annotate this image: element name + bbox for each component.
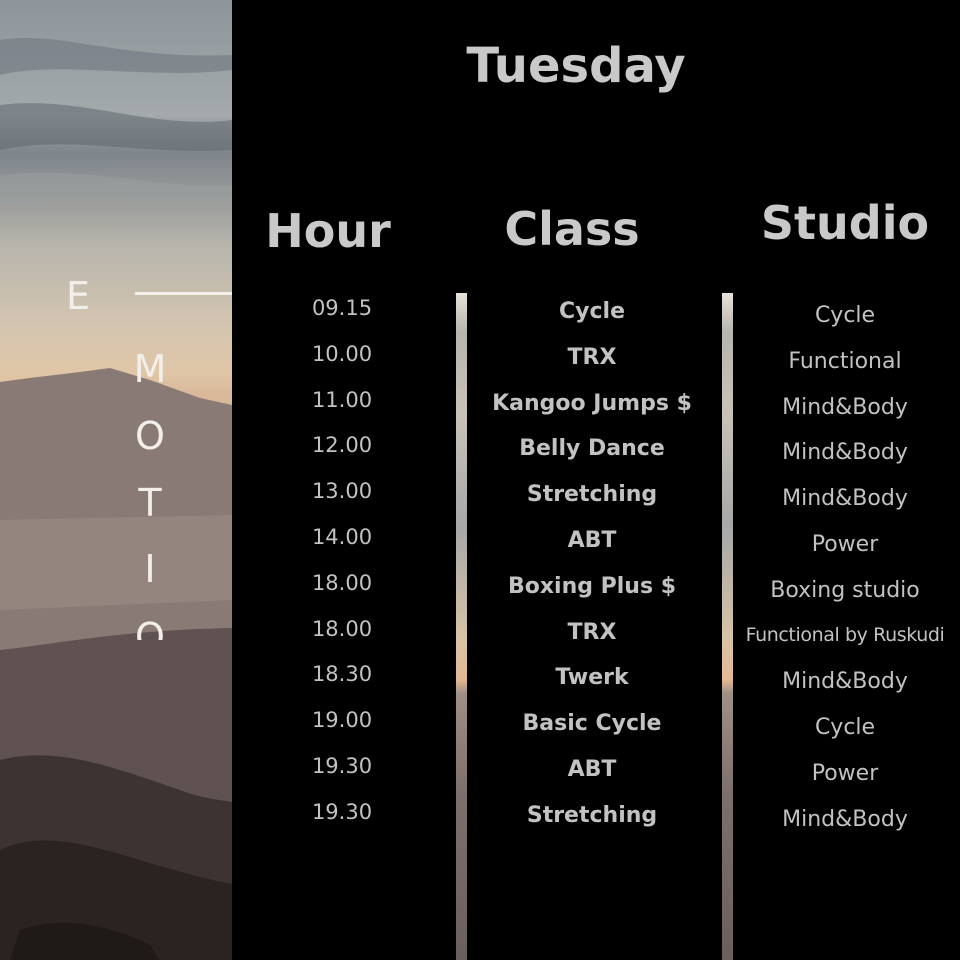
row-12-class: Stretching (526, 802, 658, 828)
row-1-studio: Cycle (814, 303, 876, 328)
row-11-hour: 19.30 (311, 754, 373, 778)
landscape-photo: E M O T I O (0, 0, 232, 960)
row-10-class: Basic Cycle (522, 711, 662, 737)
brand-letter-o-cropped: O (135, 618, 165, 640)
header-class: Class (504, 202, 640, 256)
row-7-class: Boxing Plus $ (507, 573, 677, 599)
brand-letter-t: T (138, 481, 162, 525)
row-9-hour: 18.30 (311, 662, 373, 687)
brand-rule (135, 292, 232, 295)
row-4-studio: Mind&Body (782, 440, 908, 466)
row-2-studio: Functional (788, 348, 902, 374)
row-5-studio: Mind&Body (782, 486, 908, 512)
header-hour: Hour (265, 204, 391, 258)
row-1-class: Cycle (559, 299, 625, 324)
row-12-hour: 19.30 (311, 799, 373, 824)
row-7-hour: 18.00 (311, 570, 373, 595)
brand-letter-o: O (135, 414, 165, 458)
row-9-studio: Mind&Body (782, 669, 908, 695)
brand-letter-e: E (65, 274, 91, 318)
column-divider-left (456, 293, 467, 960)
row-4-class: Belly Dance (519, 436, 665, 462)
row-2-class: TRX (567, 344, 617, 370)
row-10-studio: Cycle (814, 715, 876, 741)
row-5-class: Stretching (526, 482, 658, 508)
brand-letter-m: M (133, 347, 167, 391)
row-8-class: TRX (567, 619, 617, 645)
column-divider-right (722, 293, 733, 960)
row-9-class: Twerk (555, 665, 629, 691)
row-4-hour: 12.00 (311, 433, 373, 458)
row-10-hour: 19.00 (311, 708, 373, 733)
row-12-studio: Mind&Body (782, 806, 908, 832)
row-6-class: ABT (567, 528, 617, 553)
row-6-hour: 14.00 (311, 525, 373, 549)
header-studio: Studio (760, 196, 930, 250)
brand-letter-i: I (144, 547, 156, 591)
mountain-scenery (0, 37, 232, 960)
row-2-hour: 10.00 (311, 341, 373, 366)
row-1-hour: 09.15 (311, 296, 373, 320)
row-8-studio: Functional by Ruskudi (745, 623, 945, 646)
row-11-studio: Power (811, 761, 879, 786)
row-3-hour: 11.00 (311, 387, 373, 412)
day-title: Tuesday (466, 38, 686, 94)
row-11-class: ABT (567, 757, 617, 782)
row-6-studio: Power (811, 532, 879, 557)
row-3-class: Kangoo Jumps $ (492, 390, 692, 416)
row-3-studio: Mind&Body (782, 394, 908, 420)
row-7-studio: Boxing studio (770, 577, 920, 603)
row-8-hour: 18.00 (311, 616, 373, 641)
row-5-hour: 13.00 (311, 479, 373, 504)
